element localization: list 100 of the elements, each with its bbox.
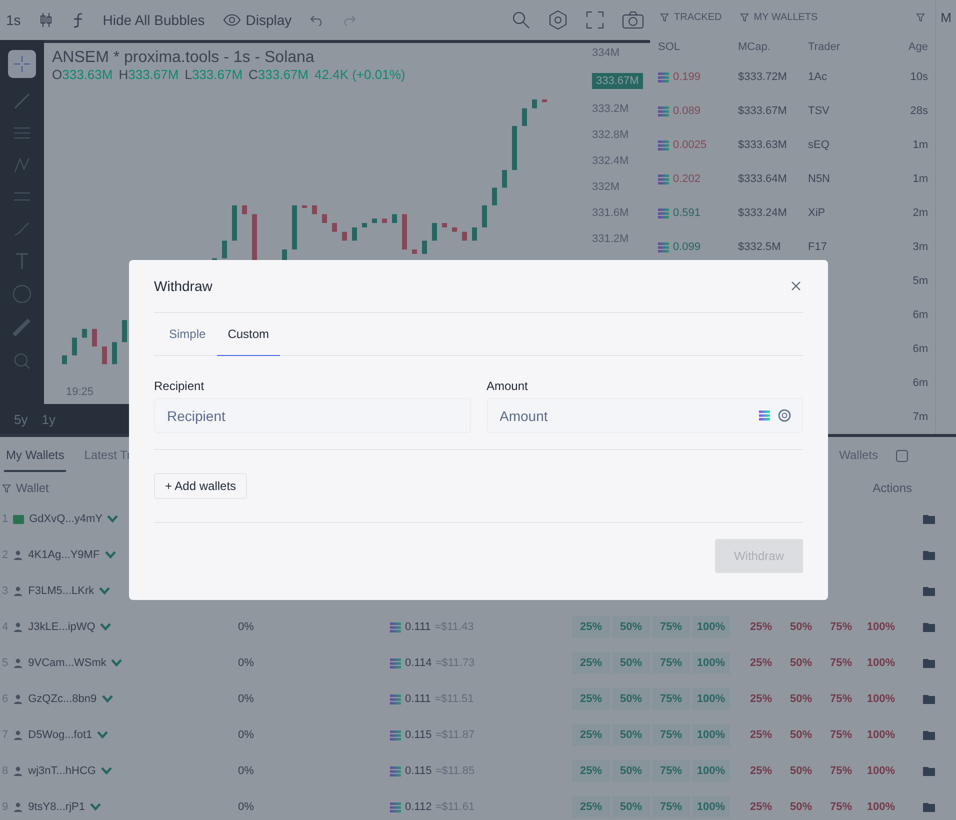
- buy-percent-button[interactable]: 100%: [692, 760, 730, 782]
- sell-percent-button[interactable]: 100%: [862, 652, 900, 674]
- candle: [512, 126, 517, 170]
- add-wallets-button[interactable]: + Add wallets: [154, 473, 248, 499]
- sell-percent-button[interactable]: 50%: [782, 760, 820, 782]
- sell-percent-button[interactable]: 25%: [742, 616, 780, 638]
- buy-percent-button[interactable]: 75%: [652, 760, 690, 782]
- buy-percent-button[interactable]: 50%: [612, 724, 650, 746]
- range-button[interactable]: 5y: [14, 412, 28, 426]
- trader-name: N5N: [808, 173, 832, 185]
- wallet-address: F3LM5...LKrk: [28, 585, 94, 597]
- wallets-tab[interactable]: Wallets: [837, 440, 880, 472]
- candle: [442, 223, 447, 228]
- sell-percent-button[interactable]: 50%: [782, 652, 820, 674]
- display-button[interactable]: Display: [222, 12, 292, 28]
- side-tab[interactable]: M: [940, 10, 952, 25]
- sell-percent-button[interactable]: 100%: [862, 796, 900, 818]
- sell-percent-button[interactable]: 75%: [822, 796, 860, 818]
- filter-icon: [2, 484, 11, 492]
- price-label: 331.6M: [592, 207, 629, 219]
- sell-percent-button[interactable]: 100%: [862, 760, 900, 782]
- person-icon: [13, 802, 24, 812]
- buy-percent-button[interactable]: 50%: [612, 760, 650, 782]
- range-button[interactable]: 1y: [42, 412, 56, 426]
- price-label: 332.8M: [592, 129, 629, 141]
- solana-icon: [390, 802, 401, 812]
- sell-percent-button[interactable]: 100%: [862, 616, 900, 638]
- amount-field[interactable]: Amount: [486, 398, 803, 433]
- solana-icon: [658, 242, 669, 252]
- brush-tool-icon: [13, 220, 31, 238]
- interval-label[interactable]: 1s: [6, 12, 21, 28]
- folder-icon: [923, 694, 935, 704]
- close-button[interactable]: [789, 279, 803, 293]
- buy-percent-button[interactable]: 100%: [692, 616, 730, 638]
- person-icon: [13, 730, 24, 740]
- share-value: 0%: [238, 765, 255, 777]
- age-value: 6m: [912, 377, 928, 389]
- wallet-address: J3kLE...ipWQ: [28, 621, 96, 633]
- dialog-tab[interactable]: Simple: [158, 313, 217, 356]
- chevron-icon: [100, 623, 112, 631]
- buy-percent-button[interactable]: 25%: [572, 796, 610, 818]
- sell-percent-button[interactable]: 75%: [822, 688, 860, 710]
- person-icon: [13, 766, 24, 776]
- candle: [462, 232, 467, 241]
- hide-bubbles-button[interactable]: Hide All Bubbles: [102, 12, 205, 28]
- filter-button[interactable]: TRACKED: [660, 12, 722, 22]
- sell-percent-button[interactable]: 25%: [742, 724, 780, 746]
- buy-percent-button[interactable]: 50%: [612, 688, 650, 710]
- recipient-field[interactable]: Recipient: [154, 398, 470, 433]
- candle: [542, 99, 547, 102]
- sell-percent-button[interactable]: 50%: [782, 724, 820, 746]
- wallet-address: 4K1Ag...Y9MF: [28, 549, 100, 561]
- buy-percent-button[interactable]: 25%: [572, 652, 610, 674]
- sell-percent-button[interactable]: 50%: [782, 688, 820, 710]
- sol-amount: 0.099: [658, 241, 738, 253]
- wallets-tab[interactable]: My Wallets: [4, 440, 66, 472]
- buy-percent-button[interactable]: 50%: [612, 796, 650, 818]
- dialog-tab[interactable]: Custom: [216, 313, 280, 356]
- age-value: 7m: [912, 411, 928, 423]
- sell-percent-button[interactable]: 50%: [782, 616, 820, 638]
- buy-percent-button[interactable]: 100%: [692, 688, 730, 710]
- buy-percent-button[interactable]: 25%: [572, 724, 610, 746]
- buy-percent-button[interactable]: 75%: [652, 796, 690, 818]
- buy-percent-button[interactable]: 25%: [572, 688, 610, 710]
- folder-icon: [923, 730, 935, 740]
- mcap-value: $333.63M: [738, 139, 788, 151]
- sell-percent-button[interactable]: 25%: [742, 688, 780, 710]
- sell-percent-button[interactable]: 75%: [822, 724, 860, 746]
- sell-percent-button[interactable]: 75%: [822, 616, 860, 638]
- buy-percent-button[interactable]: 75%: [652, 724, 690, 746]
- sell-percent-button[interactable]: 50%: [782, 796, 820, 818]
- field-label: Amount: [486, 379, 529, 393]
- folder-icon: [923, 658, 935, 668]
- candle: [452, 227, 457, 232]
- candle: [112, 342, 117, 364]
- sell-percent-button[interactable]: 100%: [862, 724, 900, 746]
- camera-icon: [622, 11, 644, 29]
- person-icon: [13, 622, 24, 632]
- buy-percent-button[interactable]: 25%: [572, 760, 610, 782]
- filter-button[interactable]: MY WALLETS: [740, 12, 818, 22]
- candle: [322, 214, 327, 223]
- sell-percent-button[interactable]: 100%: [862, 688, 900, 710]
- buy-percent-button[interactable]: 100%: [692, 652, 730, 674]
- ohlc-value: C333.67M: [248, 67, 309, 82]
- buy-percent-button[interactable]: 50%: [612, 652, 650, 674]
- buy-percent-button[interactable]: 75%: [652, 616, 690, 638]
- buy-percent-button[interactable]: 100%: [692, 724, 730, 746]
- mcap-value: $333.24M: [738, 207, 788, 219]
- sell-percent-button[interactable]: 75%: [822, 652, 860, 674]
- sell-percent-button[interactable]: 25%: [742, 796, 780, 818]
- sell-percent-button[interactable]: 25%: [742, 652, 780, 674]
- buy-percent-button[interactable]: 100%: [692, 796, 730, 818]
- buy-percent-button[interactable]: 25%: [572, 616, 610, 638]
- sell-percent-button[interactable]: 25%: [742, 760, 780, 782]
- buy-percent-button[interactable]: 50%: [612, 616, 650, 638]
- age-value: 2m: [912, 207, 928, 219]
- sell-percent-button[interactable]: 75%: [822, 760, 860, 782]
- buy-percent-button[interactable]: 75%: [652, 688, 690, 710]
- buy-percent-button[interactable]: 75%: [652, 652, 690, 674]
- settings-icon: [548, 10, 568, 30]
